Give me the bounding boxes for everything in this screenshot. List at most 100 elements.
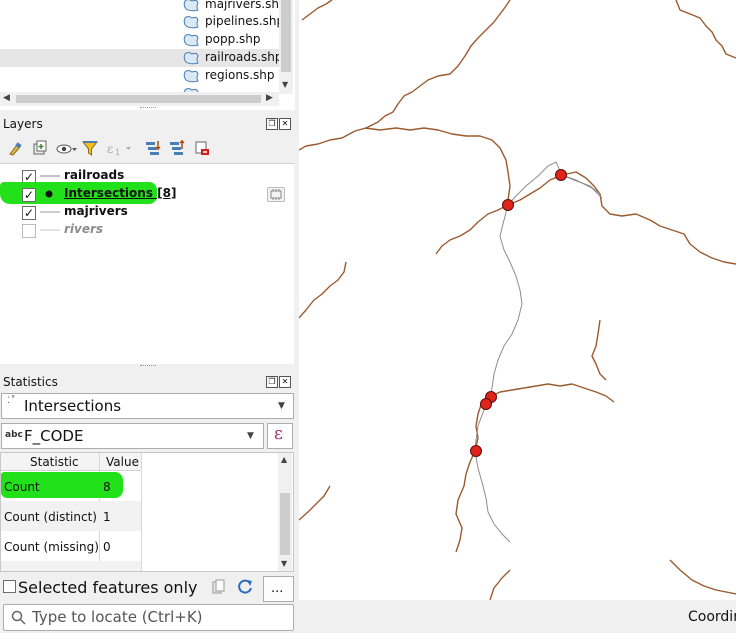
polygon-layer-icon bbox=[183, 70, 199, 83]
browser-horizontal-scrollbar[interactable]: ◀ ▶ bbox=[0, 92, 279, 106]
layer-visibility-checkbox[interactable]: ✓ bbox=[22, 188, 36, 202]
scrollbar-thumb[interactable] bbox=[16, 95, 261, 103]
more-options-button[interactable]: ... bbox=[263, 576, 294, 602]
intersection-point bbox=[470, 445, 482, 457]
expand-all-icon[interactable] bbox=[145, 140, 161, 157]
splitter-handle[interactable] bbox=[140, 365, 156, 369]
chevron-down-icon: ▼ bbox=[247, 431, 254, 441]
river-line bbox=[489, 383, 615, 403]
river-line bbox=[364, 127, 511, 205]
selected-field-name: F_CODE bbox=[24, 427, 84, 445]
table-vertical-scrollbar[interactable]: ▲ ▼ bbox=[278, 453, 292, 571]
scroll-left-icon[interactable]: ◀ bbox=[3, 93, 10, 103]
float-panel-icon[interactable]: ❐ bbox=[266, 118, 278, 130]
statistics-field-select[interactable]: abc F_CODE ▼ bbox=[1, 423, 264, 449]
scroll-right-icon[interactable]: ▶ bbox=[266, 93, 273, 103]
browser-file-item-partial bbox=[0, 85, 280, 92]
statistic-cell: Count (missing) bbox=[4, 540, 99, 554]
layers-toolbar: ε1 bbox=[0, 137, 294, 161]
river-line bbox=[675, 0, 736, 59]
panel-splitter[interactable] bbox=[295, 0, 299, 600]
selected-layer-name: Intersections bbox=[24, 397, 122, 415]
selected-features-only-checkbox[interactable] bbox=[3, 580, 16, 593]
value-cell: 0 bbox=[103, 540, 111, 554]
text-field-type-icon: abc bbox=[5, 430, 23, 440]
column-header-value: Value bbox=[106, 455, 139, 469]
close-panel-icon[interactable]: ✕ bbox=[279, 376, 291, 388]
visibility-eye-icon[interactable] bbox=[56, 142, 78, 156]
filter-icon[interactable] bbox=[82, 140, 98, 157]
selected-features-only-label: Selected features only bbox=[18, 578, 198, 597]
line-symbol-icon bbox=[40, 211, 60, 213]
browser-file-item[interactable]: majrivers.shp bbox=[0, 0, 287, 14]
layer-name: railroads bbox=[64, 168, 125, 182]
map-canvas[interactable] bbox=[298, 0, 736, 601]
polygon-layer-icon bbox=[183, 52, 199, 65]
scroll-down-icon[interactable]: ▼ bbox=[282, 80, 288, 89]
scrollbar-thumb[interactable] bbox=[280, 493, 290, 555]
chevron-down-icon: ▼ bbox=[278, 401, 285, 411]
browser-vertical-scrollbar[interactable]: ▼ bbox=[279, 0, 293, 94]
remove-layer-icon[interactable] bbox=[194, 140, 210, 157]
layer-visibility-checkbox[interactable]: ✓ bbox=[22, 206, 36, 220]
layer-item-rivers[interactable]: rivers bbox=[0, 221, 290, 239]
river-line bbox=[298, 485, 331, 521]
expression-button[interactable]: ε bbox=[267, 423, 293, 449]
scroll-down-icon[interactable]: ▼ bbox=[281, 559, 287, 568]
browser-panel: majrivers.shp pipelines.shp popp.shp rai… bbox=[0, 0, 296, 110]
splitter-handle[interactable] bbox=[140, 107, 156, 111]
coordinate-label: Coordin bbox=[688, 609, 736, 625]
layer-item-majrivers[interactable]: ✓ majrivers bbox=[0, 203, 290, 221]
intersection-point bbox=[480, 398, 492, 410]
copy-icon[interactable] bbox=[212, 579, 226, 595]
expression-filter-icon: ε1 bbox=[107, 142, 131, 157]
browser-file-name: railroads.shp bbox=[205, 50, 283, 64]
layer-name: rivers bbox=[64, 222, 104, 236]
browser-file-item[interactable]: popp.shp bbox=[0, 31, 280, 49]
polygon-layer-icon bbox=[183, 0, 199, 12]
layer-name: Intersections [8] bbox=[64, 186, 177, 200]
statistics-layer-select[interactable]: ⁚˚ Intersections ▼ bbox=[1, 393, 294, 419]
intersection-point bbox=[502, 199, 514, 211]
scrollbar-thumb[interactable] bbox=[281, 0, 291, 72]
statistic-cell: Count bbox=[4, 480, 40, 494]
intersection-point bbox=[555, 169, 567, 181]
locator-placeholder: Type to locate (Ctrl+K) bbox=[32, 608, 203, 626]
railroad-line bbox=[489, 204, 523, 398]
browser-file-item[interactable]: regions.shp bbox=[0, 67, 280, 85]
table-row[interactable]: Count 8 bbox=[1, 471, 141, 501]
style-brush-icon[interactable] bbox=[7, 141, 23, 157]
table-row[interactable]: Count (distinct) 1 bbox=[1, 501, 141, 531]
status-bar: Type to locate (Ctrl+K) Coordin bbox=[0, 602, 736, 633]
more-options-label: ... bbox=[271, 581, 284, 596]
statistics-panel-title: Statistics bbox=[3, 375, 58, 389]
scroll-up-icon[interactable]: ▲ bbox=[281, 455, 287, 464]
float-panel-icon[interactable]: ❐ bbox=[266, 376, 278, 388]
river-line bbox=[489, 569, 511, 601]
layer-visibility-checkbox[interactable] bbox=[22, 224, 36, 238]
search-icon bbox=[11, 610, 26, 625]
locator-search-field[interactable]: Type to locate (Ctrl+K) bbox=[3, 604, 294, 631]
statistic-cell: Count (distinct) bbox=[4, 510, 97, 524]
layer-indicator-icon[interactable] bbox=[267, 187, 285, 202]
value-cell: 8 bbox=[103, 480, 111, 494]
layer-item-intersections[interactable]: ✓ Intersections [8] bbox=[0, 185, 290, 203]
river-line bbox=[507, 171, 736, 265]
refresh-icon[interactable] bbox=[237, 578, 254, 595]
river-line bbox=[298, 261, 347, 319]
point-symbol-icon bbox=[45, 190, 53, 198]
add-group-icon[interactable] bbox=[32, 140, 48, 157]
value-cell: 1 bbox=[103, 510, 111, 524]
layers-tree: ✓ railroads ✓ Intersections [8] ✓ majriv… bbox=[0, 163, 294, 364]
line-symbol-icon bbox=[40, 175, 60, 177]
table-row[interactable]: Count (missing) 0 bbox=[1, 531, 141, 561]
table-row bbox=[1, 561, 141, 571]
map-features bbox=[298, 0, 736, 601]
river-line bbox=[298, 0, 511, 151]
browser-file-item-selected[interactable]: railroads.shp bbox=[0, 49, 283, 67]
collapse-all-icon[interactable] bbox=[169, 140, 185, 157]
close-panel-icon[interactable]: ✕ bbox=[279, 118, 291, 130]
layer-name: majrivers bbox=[64, 204, 128, 218]
browser-file-name: pipelines.shp bbox=[205, 14, 285, 28]
browser-file-item[interactable]: pipelines.shp bbox=[0, 13, 284, 31]
